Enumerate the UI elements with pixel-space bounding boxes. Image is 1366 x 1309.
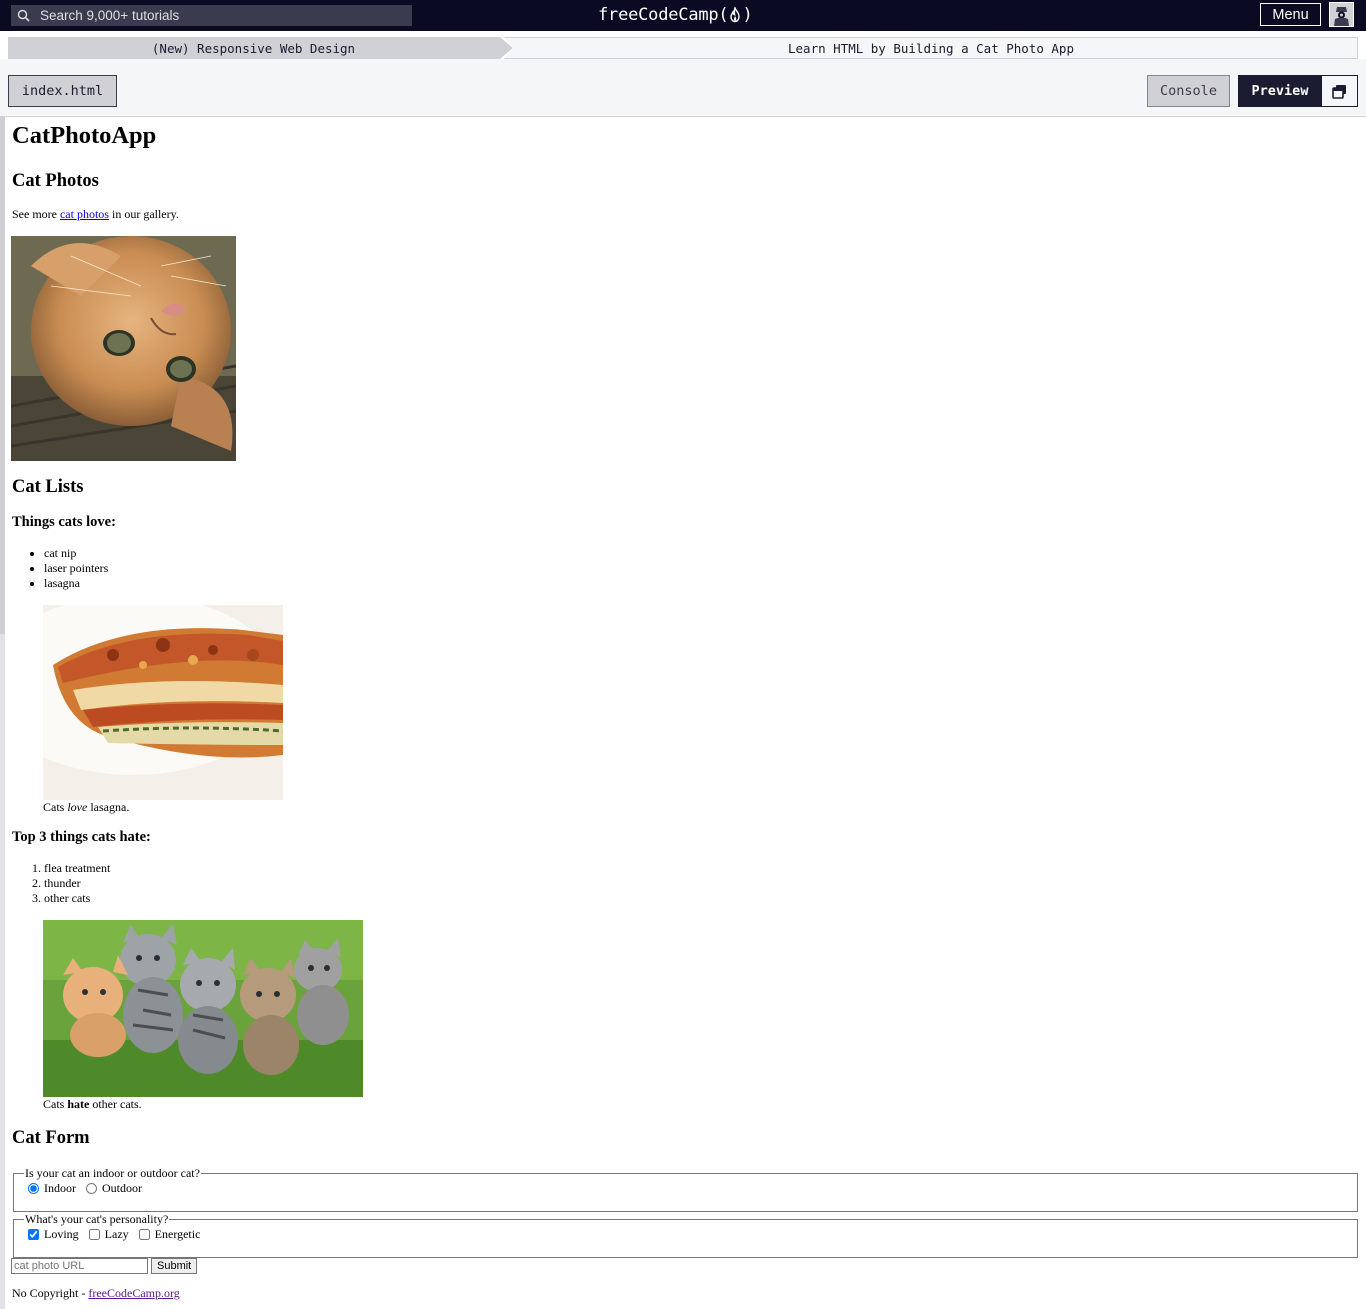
loving-checkbox[interactable]: [28, 1229, 39, 1240]
list-item: lasagna: [44, 576, 108, 591]
console-button[interactable]: Console: [1147, 75, 1230, 107]
flame-icon: [730, 7, 741, 23]
loving-option[interactable]: Loving: [26, 1227, 79, 1242]
freecodecamp-logo[interactable]: freeCodeCamp( ): [598, 3, 753, 27]
personality-legend: What's your cat's personality?: [25, 1212, 169, 1226]
preview-scrollbar-thumb[interactable]: [0, 117, 5, 634]
submit-button[interactable]: Submit: [151, 1258, 198, 1274]
breadcrumb-superblock-link[interactable]: (New) Responsive Web Design: [8, 37, 513, 59]
indoor-option[interactable]: Indoor: [26, 1181, 76, 1196]
top-navbar: freeCodeCamp( ) Menu: [0, 0, 1366, 31]
list-item: other cats: [44, 891, 110, 906]
cat-photos-heading: Cat Photos: [12, 171, 99, 191]
outdoor-option[interactable]: Outdoor: [84, 1181, 142, 1196]
cat-photo-url-input[interactable]: [11, 1258, 148, 1274]
indoor-outdoor-legend: Is your cat an indoor or outdoor cat?: [25, 1166, 200, 1180]
list-item: laser pointers: [44, 561, 108, 576]
cat-photos-link[interactable]: cat photos: [60, 207, 109, 221]
five-kittens-image: [43, 920, 363, 1097]
search-box[interactable]: [11, 5, 412, 26]
search-icon: [17, 9, 30, 22]
cats-hate-list: flea treatment thunder other cats: [12, 861, 110, 906]
popout-preview-button[interactable]: [1321, 75, 1358, 107]
lazy-option[interactable]: Lazy: [87, 1227, 129, 1242]
cat-lists-heading: Cat Lists: [12, 477, 84, 497]
user-avatar-icon: [1330, 3, 1353, 26]
things-cats-love-heading: Things cats love:: [12, 514, 116, 530]
preview-button[interactable]: Preview: [1238, 75, 1322, 107]
lazy-checkbox[interactable]: [88, 1229, 100, 1240]
personality-fieldset: What's your cat's personality? Loving La…: [13, 1212, 1358, 1258]
external-window-icon: [1332, 84, 1346, 99]
page-title: CatPhotoApp: [12, 122, 157, 149]
outdoor-radio[interactable]: [86, 1183, 97, 1194]
brand-text-right: ): [742, 5, 753, 25]
lasagna-caption: Cats love lasagna.: [43, 800, 130, 814]
breadcrumb-challenge-title: Learn HTML by Building a Cat Photo App: [504, 37, 1358, 59]
search-input[interactable]: [40, 5, 400, 26]
list-item: flea treatment: [44, 861, 110, 876]
avatar[interactable]: [1329, 2, 1354, 27]
breadcrumb: (New) Responsive Web Design Learn HTML b…: [8, 37, 1358, 59]
editor-toolbar: index.html Console Preview: [0, 59, 1366, 117]
tab-index-html[interactable]: index.html: [8, 75, 117, 107]
cat-form-heading: Cat Form: [12, 1128, 90, 1148]
lasagna-image: [43, 605, 283, 800]
energetic-checkbox[interactable]: [138, 1229, 150, 1240]
footer-copyright: No Copyright - freeCodeCamp.org: [12, 1286, 180, 1300]
indoor-radio[interactable]: [28, 1183, 39, 1194]
freecodecamp-link[interactable]: freeCodeCamp.org: [88, 1286, 179, 1300]
indoor-outdoor-fieldset: Is your cat an indoor or outdoor cat? In…: [13, 1166, 1358, 1212]
url-submit-row: Submit: [11, 1258, 198, 1274]
brand-text-left: freeCodeCamp(: [598, 5, 729, 25]
list-item: cat nip: [44, 546, 108, 561]
see-more-paragraph: See more cat photos in our gallery.: [12, 207, 179, 221]
relaxing-cat-image[interactable]: [11, 236, 236, 461]
menu-button[interactable]: Menu: [1260, 3, 1321, 26]
preview-pane: CatPhotoApp Cat Photos See more cat phot…: [0, 117, 1366, 1309]
cats-love-list: cat nip laser pointers lasagna: [12, 546, 108, 591]
energetic-option[interactable]: Energetic: [137, 1227, 200, 1242]
list-item: thunder: [44, 876, 110, 891]
kittens-caption: Cats hate other cats.: [43, 1097, 142, 1111]
things-cats-hate-heading: Top 3 things cats hate:: [12, 829, 151, 845]
